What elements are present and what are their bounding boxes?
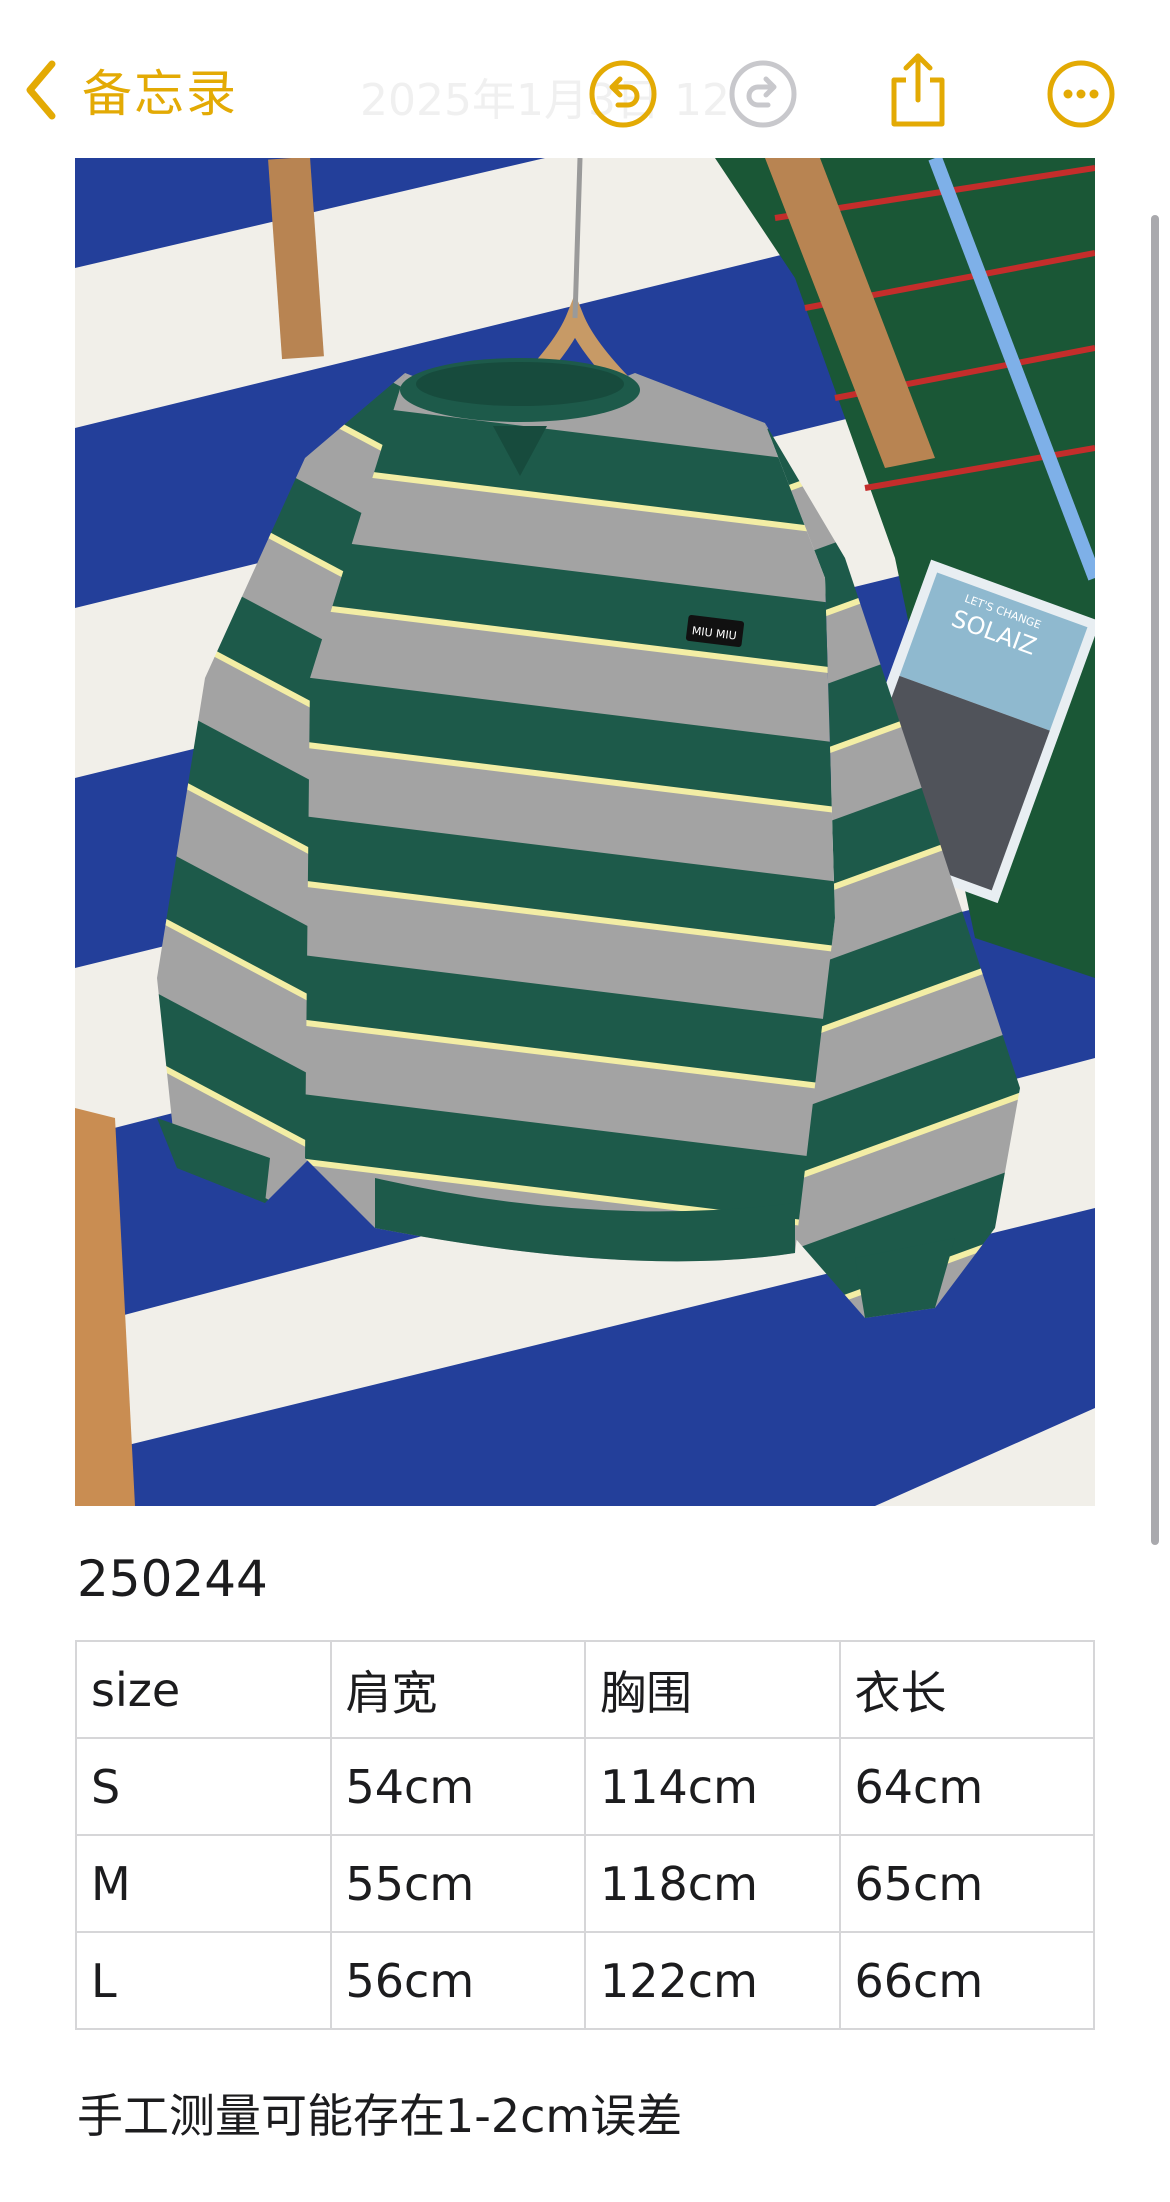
measurement-note: 手工测量可能存在1-2cm误差 <box>77 2089 683 2143</box>
table-row: S 54cm 114cm 64cm <box>75 1737 1095 1836</box>
redo-button[interactable] <box>728 59 798 129</box>
table-header-cell: size <box>75 1640 332 1739</box>
table-cell: 64cm <box>838 1737 1095 1836</box>
undo-button[interactable] <box>588 59 658 129</box>
share-button[interactable] <box>880 50 956 130</box>
table-header-row: size 肩宽 胸围 衣长 <box>75 1640 1095 1739</box>
product-photo[interactable]: SOLAIZ LET'S CHANGE MIU MIU <box>75 158 1095 1506</box>
product-code: 250244 <box>77 1550 268 1608</box>
table-cell: 55cm <box>329 1834 586 1933</box>
size-table: size 肩宽 胸围 衣长 S 54cm 114cm 64cm M 55cm 1… <box>75 1640 1095 2030</box>
sweatshirt-image: SOLAIZ LET'S CHANGE MIU MIU <box>75 158 1095 1506</box>
table-cell: L <box>75 1931 332 2030</box>
table-cell: 118cm <box>584 1834 841 1933</box>
scrollbar[interactable] <box>1151 215 1159 1545</box>
back-button-label: 备忘录 <box>82 65 238 123</box>
table-cell: 114cm <box>584 1737 841 1836</box>
table-header-cell: 肩宽 <box>329 1640 586 1739</box>
table-row: L 56cm 122cm 66cm <box>75 1931 1095 2030</box>
note-date: 2025年1月3日 12 <box>360 75 730 126</box>
table-cell: 122cm <box>584 1931 841 2030</box>
back-button[interactable]: 备忘录 <box>24 55 238 125</box>
table-header-cell: 衣长 <box>838 1640 1095 1739</box>
table-cell: S <box>75 1737 332 1836</box>
table-cell: 66cm <box>838 1931 1095 2030</box>
table-cell: M <box>75 1834 332 1933</box>
table-row: M 55cm 118cm 65cm <box>75 1834 1095 1933</box>
share-icon <box>891 53 945 127</box>
table-cell: 54cm <box>329 1737 586 1836</box>
undo-icon <box>589 60 657 128</box>
navigation-bar: 备忘录 2025年1月3日 12 <box>0 0 1170 160</box>
more-button[interactable] <box>1046 59 1116 129</box>
table-header-cell: 胸围 <box>584 1640 841 1739</box>
table-cell: 56cm <box>329 1931 586 2030</box>
table-cell: 65cm <box>838 1834 1095 1933</box>
redo-icon <box>729 60 797 128</box>
more-icon <box>1047 60 1115 128</box>
chevron-left-icon <box>24 59 58 121</box>
